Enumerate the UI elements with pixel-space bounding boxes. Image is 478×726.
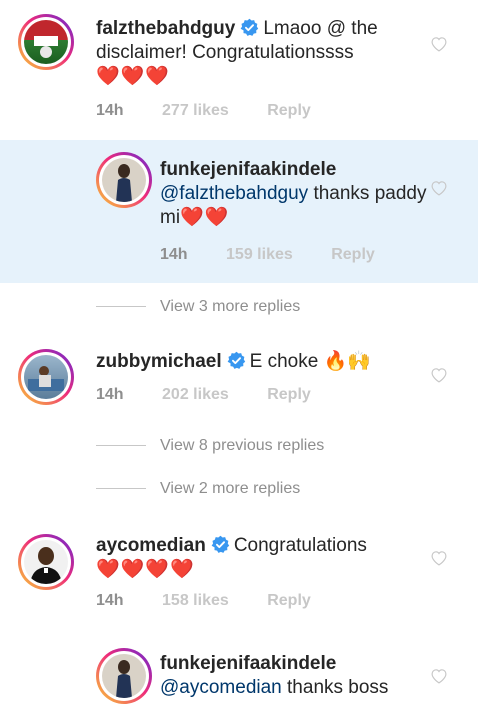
likes-count[interactable]: 202 likes	[162, 386, 229, 403]
avatar[interactable]	[18, 349, 74, 405]
username[interactable]: funkejenifaakindele	[160, 653, 336, 674]
reply-button[interactable]: Reply	[267, 386, 311, 403]
timestamp: 14h	[96, 102, 124, 119]
heart-emojis: ❤️❤️❤️	[96, 66, 170, 87]
verified-badge-icon	[240, 18, 259, 37]
timestamp: 14h	[96, 386, 124, 403]
like-heart-icon[interactable]	[430, 367, 448, 383]
view-previous-label: View 8 previous replies	[160, 437, 325, 454]
divider	[96, 488, 146, 490]
divider	[96, 445, 146, 447]
divider	[96, 306, 146, 308]
comment-text: thanks boss	[281, 677, 389, 698]
heart-emojis: ❤️❤️	[180, 207, 230, 228]
timestamp: 14h	[96, 592, 124, 609]
mention-link[interactable]: @aycomedian	[160, 677, 282, 698]
likes-count[interactable]: 277 likes	[162, 102, 229, 119]
reply-button[interactable]: Reply	[267, 592, 311, 609]
like-heart-icon[interactable]	[430, 180, 448, 196]
like-heart-icon[interactable]	[430, 550, 448, 566]
reply-button[interactable]: Reply	[267, 102, 311, 119]
username[interactable]: zubbymichael	[96, 351, 222, 372]
heart-emojis: ❤️❤️❤️❤️	[96, 559, 195, 580]
reply-button[interactable]: Reply	[331, 246, 375, 263]
comment-text: E choke 🔥🙌	[249, 351, 371, 372]
avatar[interactable]	[18, 534, 74, 590]
view-previous-replies[interactable]: View 8 previous replies	[96, 437, 324, 455]
mention-link[interactable]: @falzthebahdguy	[160, 183, 308, 204]
timestamp: 14h	[160, 246, 188, 263]
view-more-label: View 2 more replies	[160, 480, 301, 497]
username[interactable]: falzthebahdguy	[96, 18, 235, 39]
verified-badge-icon	[211, 535, 230, 554]
comment-text: Congratulations	[233, 535, 367, 556]
view-more-replies[interactable]: View 3 more replies	[96, 298, 300, 316]
likes-count[interactable]: 158 likes	[162, 592, 229, 609]
like-heart-icon[interactable]	[430, 668, 448, 684]
view-more-replies[interactable]: View 2 more replies	[96, 480, 300, 498]
avatar[interactable]	[18, 14, 74, 70]
username[interactable]: aycomedian	[96, 535, 206, 556]
view-more-label: View 3 more replies	[160, 298, 301, 315]
verified-badge-icon	[227, 351, 246, 370]
avatar[interactable]	[96, 648, 152, 704]
likes-count[interactable]: 159 likes	[226, 246, 293, 263]
avatar[interactable]	[96, 152, 152, 208]
like-heart-icon[interactable]	[430, 36, 448, 52]
username[interactable]: funkejenifaakindele	[160, 159, 336, 180]
